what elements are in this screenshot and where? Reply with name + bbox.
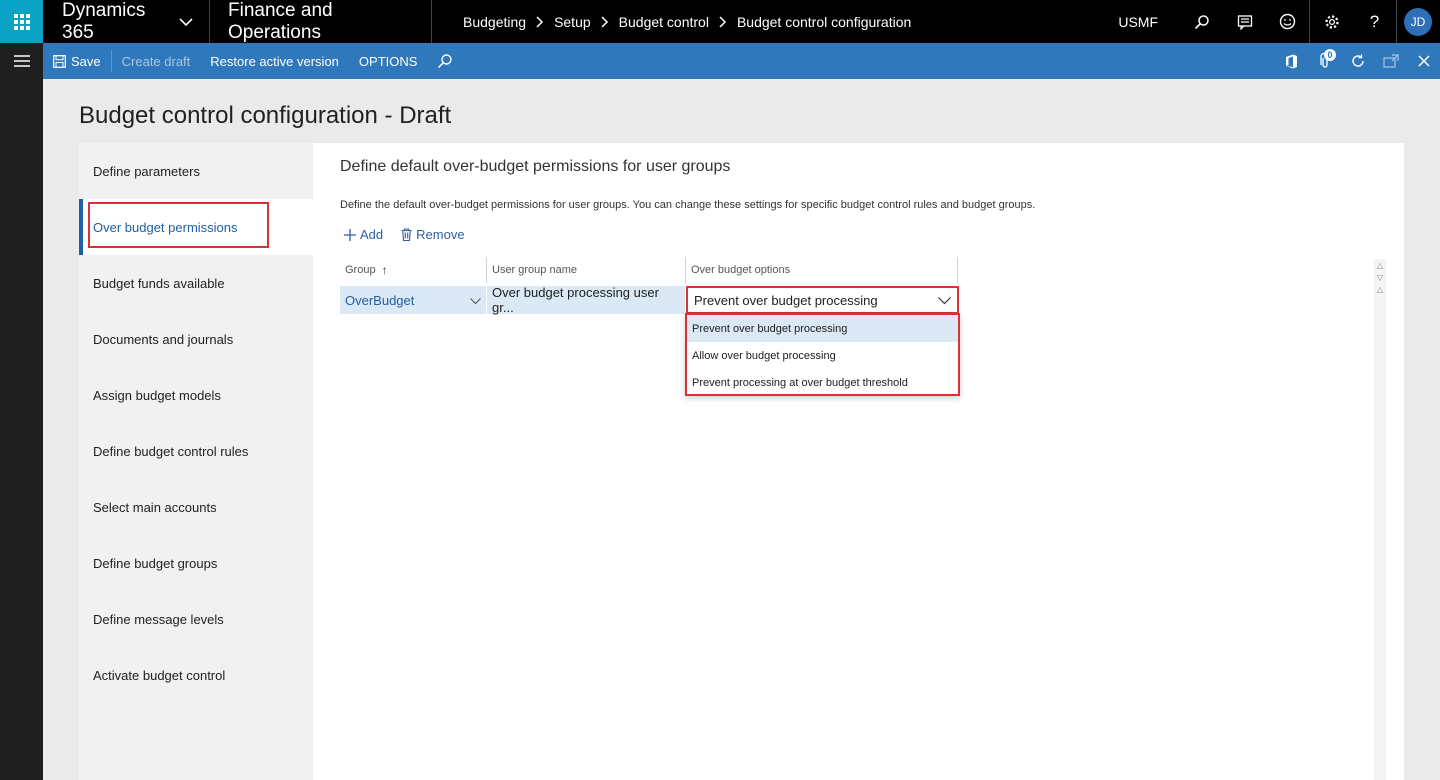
column-label: Over budget options (691, 264, 791, 276)
add-label: Add (360, 227, 384, 242)
module-name: Finance and Operations (210, 0, 432, 43)
sort-ascending-icon: ↑ (381, 263, 388, 277)
step-define-budget-groups[interactable]: Define budget groups (79, 535, 313, 591)
app-launcher-button[interactable] (0, 0, 43, 43)
remove-button[interactable]: Remove (401, 227, 465, 242)
company-picker[interactable]: USMF (1118, 14, 1158, 30)
scroll-up-icon[interactable]: △ (1374, 259, 1386, 271)
chevron-right-icon (536, 15, 544, 28)
divider (1396, 0, 1397, 43)
action-search-icon[interactable] (427, 43, 463, 79)
scroll-down-icon[interactable]: ▽ (1374, 271, 1386, 283)
create-draft-button[interactable]: Create draft (112, 43, 201, 79)
help-icon[interactable]: ? (1353, 0, 1396, 43)
dropdown-option[interactable]: Allow over budget processing (687, 342, 958, 369)
step-label: Select main accounts (93, 499, 217, 515)
step-activate-budget-control[interactable]: Activate budget control (79, 647, 313, 703)
main-content: Define default over-budget permissions f… (313, 143, 1404, 780)
step-define-budget-control-rules[interactable]: Define budget control rules (79, 423, 313, 479)
breadcrumb-budget-control[interactable]: Budget control (619, 14, 709, 30)
group-lookup[interactable]: OverBudget (340, 286, 487, 314)
dropdown-option[interactable]: Prevent over budget processing (687, 315, 958, 342)
grid-toolbar: Add Remove (344, 227, 483, 242)
chevron-down-icon (179, 11, 193, 33)
column-label: User group name (492, 264, 577, 276)
gear-icon[interactable] (1310, 0, 1353, 43)
group-value: OverBudget (345, 292, 415, 308)
action-pane-tools: 0 (1275, 43, 1440, 79)
smiley-feedback-icon[interactable] (1266, 0, 1309, 43)
remove-label: Remove (416, 227, 465, 242)
add-button[interactable]: Add (344, 227, 383, 242)
save-label: Save (71, 53, 101, 69)
user-group-name-cell[interactable]: Over budget processing user gr... (487, 285, 686, 315)
office-icon[interactable] (1275, 43, 1308, 79)
step-over-budget-permissions[interactable]: Over budget permissions (79, 199, 313, 255)
app-switcher[interactable]: Dynamics 365 (43, 0, 210, 43)
breadcrumb-budget-control-configuration[interactable]: Budget control configuration (737, 14, 911, 30)
step-documents-and-journals[interactable]: Documents and journals (79, 311, 313, 367)
refresh-icon[interactable] (1341, 43, 1374, 79)
save-button[interactable]: Save (43, 43, 111, 79)
options-tab[interactable]: OPTIONS (349, 43, 428, 79)
chevron-right-icon (601, 15, 609, 28)
vertical-scrollbar[interactable]: △ ▽ △ (1374, 259, 1386, 780)
restore-active-version-button[interactable]: Restore active version (200, 43, 349, 79)
action-pane: Save Create draft Restore active version… (43, 43, 1440, 79)
grid-header: Group ↑ User group name Over budget opti… (340, 257, 958, 283)
column-header-over-budget-options[interactable]: Over budget options (686, 257, 958, 283)
top-nav-bar: Dynamics 365 Finance and Operations Budg… (0, 0, 1440, 43)
chevron-down-icon[interactable] (470, 293, 481, 308)
table-row[interactable]: OverBudget Over budget processing user g… (340, 285, 959, 315)
scroll-up-icon[interactable]: △ (1374, 283, 1386, 295)
step-assign-budget-models[interactable]: Assign budget models (79, 367, 313, 423)
step-budget-funds-available[interactable]: Budget funds available (79, 255, 313, 311)
breadcrumb-setup[interactable]: Setup (554, 14, 591, 30)
step-select-main-accounts[interactable]: Select main accounts (79, 479, 313, 535)
breadcrumb-budgeting[interactable]: Budgeting (463, 14, 526, 30)
dropdown-option[interactable]: Prevent processing at over budget thresh… (687, 369, 958, 396)
search-icon[interactable] (1180, 0, 1223, 43)
step-label: Documents and journals (93, 331, 234, 347)
top-right-tools: USMF ? JD (1118, 0, 1440, 43)
column-label: Group (345, 264, 376, 276)
over-budget-options-combobox[interactable]: Prevent over budget processing (686, 286, 959, 314)
step-label: Define budget control rules (93, 443, 249, 459)
section-description: Define the default over-budget permissio… (340, 199, 1036, 211)
attachment-count-badge: 0 (1324, 49, 1336, 61)
waffle-icon (13, 13, 30, 30)
column-header-user-group-name[interactable]: User group name (487, 257, 686, 283)
over-budget-options-dropdown: Prevent over budget processing Allow ove… (685, 313, 960, 396)
step-label: Define parameters (93, 163, 200, 179)
plus-icon (344, 228, 356, 241)
message-icon[interactable] (1223, 0, 1266, 43)
section-title: Define default over-budget permissions f… (340, 158, 731, 175)
open-in-new-window-icon[interactable] (1374, 43, 1407, 79)
step-define-parameters[interactable]: Define parameters (79, 143, 313, 199)
step-label: Budget funds available (93, 275, 225, 291)
hamburger-menu-icon[interactable] (0, 43, 43, 79)
step-label: Activate budget control (93, 667, 226, 683)
navigation-pane (0, 43, 43, 780)
trash-icon (401, 228, 412, 241)
app-name: Dynamics 365 (62, 0, 146, 43)
combobox-value: Prevent over budget processing (694, 292, 878, 308)
step-define-message-levels[interactable]: Define message levels (79, 591, 313, 647)
wizard-step-list: Define parameters Over budget permission… (79, 143, 313, 780)
page-title: Budget control configuration - Draft (79, 102, 452, 129)
highlight-box (88, 202, 269, 248)
step-label: Define message levels (93, 611, 224, 627)
step-label: Assign budget models (93, 387, 221, 403)
attachment-icon[interactable]: 0 (1308, 43, 1341, 79)
close-icon[interactable] (1407, 43, 1440, 79)
step-label: Define budget groups (93, 555, 218, 571)
column-header-group[interactable]: Group ↑ (340, 257, 487, 283)
chevron-down-icon[interactable] (938, 293, 951, 308)
save-icon (53, 54, 66, 68)
chevron-right-icon (719, 15, 727, 28)
breadcrumb: Budgeting Setup Budget control Budget co… (463, 0, 911, 43)
avatar[interactable]: JD (1404, 7, 1432, 36)
